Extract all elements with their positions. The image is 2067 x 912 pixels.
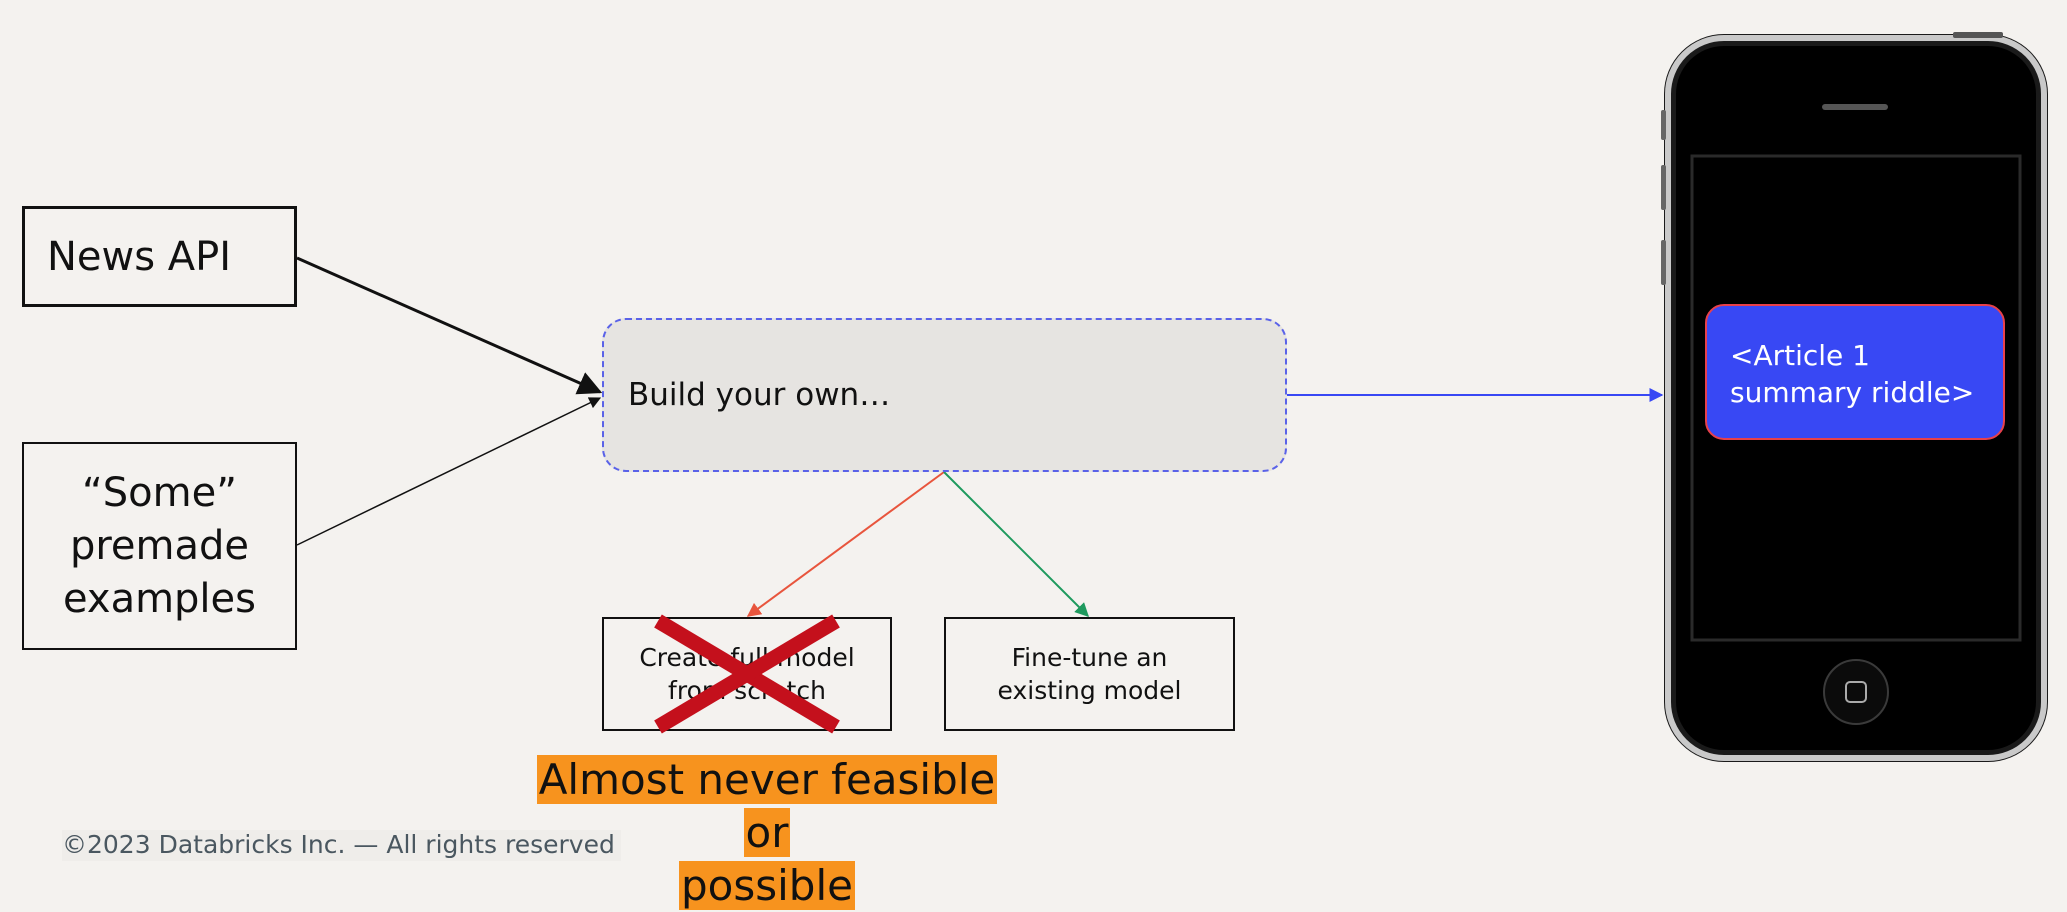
warning-line-2: possible — [679, 861, 855, 910]
copyright-footer: ©2023 Databricks Inc. — All rights reser… — [62, 830, 621, 861]
phone-card-line-2: summary riddle> — [1730, 376, 1975, 409]
phone-card-line-1: <Article 1 — [1730, 339, 1870, 372]
phone-card-text: <Article 1 summary riddle> — [1706, 305, 1996, 439]
